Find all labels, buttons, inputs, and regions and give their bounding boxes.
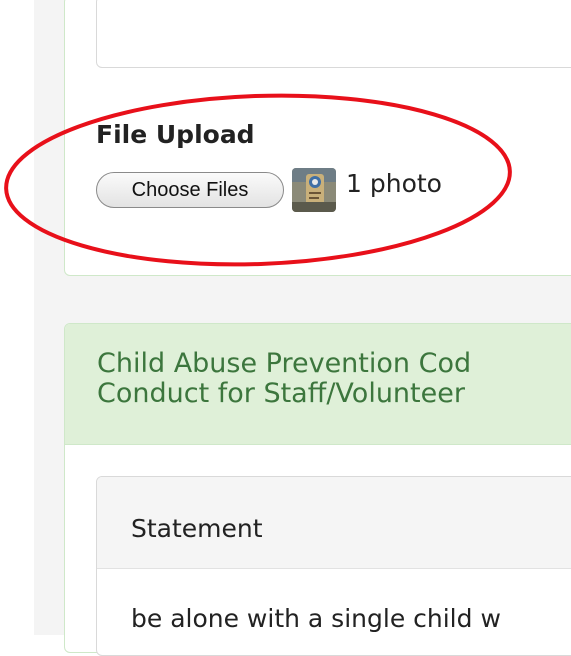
choose-files-button[interactable]: Choose Files xyxy=(96,172,284,208)
selected-files-count: 1 photo xyxy=(346,169,442,198)
previous-field-box xyxy=(96,0,571,68)
statement-header: Statement xyxy=(97,477,571,569)
section-title: Child Abuse Prevention Cod Conduct for S… xyxy=(97,349,571,409)
photo-thumbnail-icon xyxy=(292,168,336,212)
statement-label: Statement xyxy=(131,514,263,543)
statement-text: be alone with a single child w xyxy=(131,604,501,633)
left-margin xyxy=(0,0,34,635)
statement-box: Statement be alone with a single child w xyxy=(96,476,571,656)
section-title-line-1: Child Abuse Prevention Cod xyxy=(97,349,472,379)
file-upload-label: File Upload xyxy=(96,120,255,149)
section-header: Child Abuse Prevention Cod Conduct for S… xyxy=(65,324,571,445)
section-title-line-2: Conduct for Staff/Volunteer xyxy=(97,378,465,409)
